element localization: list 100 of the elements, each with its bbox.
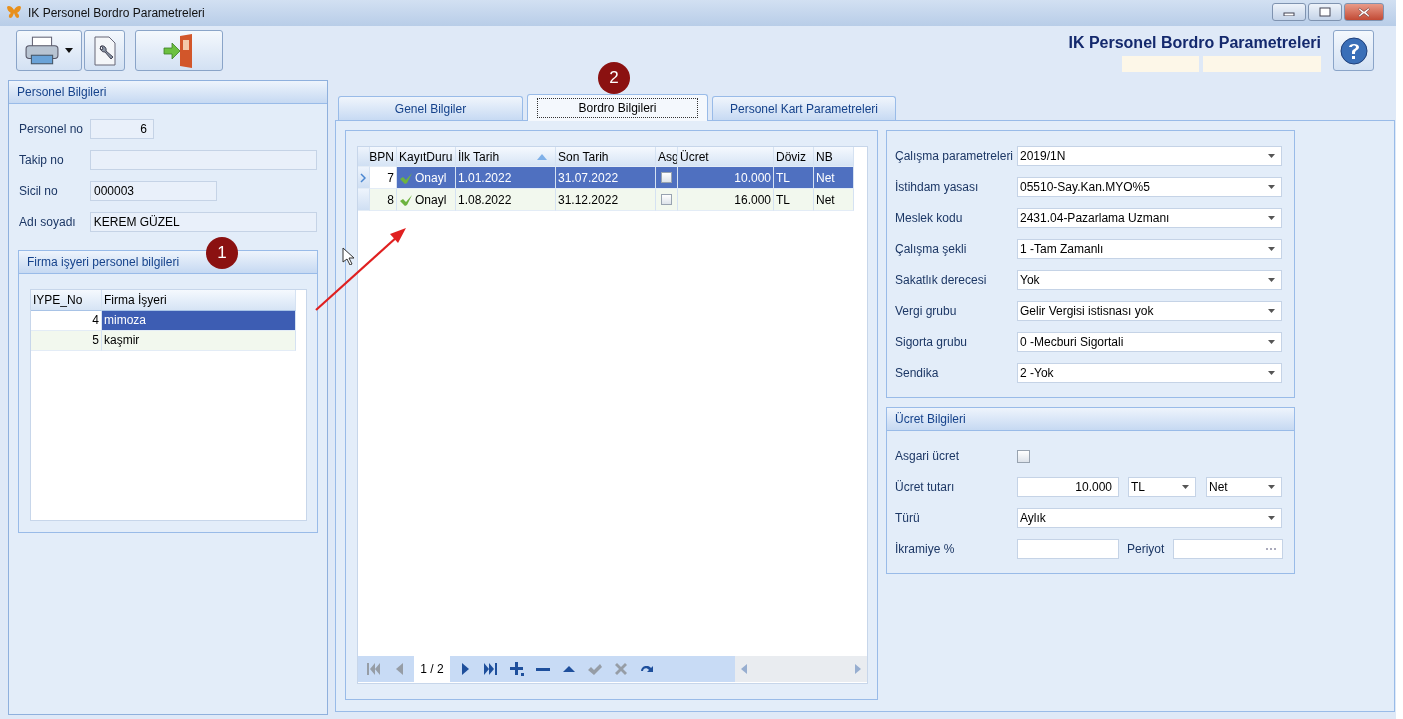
curved-arrow-icon (641, 666, 653, 672)
dropdown[interactable]: 0 -Mecburi Sigortali (1017, 332, 1282, 352)
field-label: Personel no (19, 122, 85, 136)
field-label: Sigorta grubu (895, 335, 969, 349)
table-cell: 16.000 (678, 189, 774, 211)
checkbox[interactable] (1017, 449, 1030, 463)
dropdown[interactable]: 1 -Tam Zamanlı (1017, 239, 1282, 259)
dropdown[interactable]: TL (1128, 477, 1196, 497)
table-cell: TL (774, 167, 814, 189)
minimize-button[interactable] (1272, 3, 1306, 21)
input-field[interactable]: 000003 (90, 181, 217, 201)
dropdown[interactable]: 2431.04-Pazarlama Uzmanı (1017, 208, 1282, 228)
input-field[interactable] (89, 150, 317, 170)
table-cell: 8 (370, 189, 397, 211)
caret-icon (65, 48, 73, 53)
field-label: Adı soyadı (19, 215, 77, 229)
mouse-cursor-icon (342, 247, 354, 265)
close-button[interactable] (1344, 3, 1384, 21)
tab[interactable]: Bordro Bilgileri (527, 94, 708, 121)
next-icon (461, 663, 469, 675)
table-cell: 1.01.2022 (456, 167, 556, 189)
table-cell: Net (814, 167, 854, 189)
dropdown[interactable]: 2019/1N (1017, 146, 1282, 166)
minus-icon (536, 667, 550, 671)
dropdown-arrow-icon (1268, 154, 1275, 158)
dropdown-arrow-icon (1268, 340, 1275, 344)
table-cell: 5 (31, 331, 102, 351)
field-label: Sicil no (19, 184, 59, 198)
column-header[interactable]: KayıtDuru (397, 147, 456, 167)
dropdown-arrow-icon (1268, 185, 1275, 189)
table-cell: kaşmir (102, 331, 296, 351)
field-label: Meslek kodu (895, 211, 964, 225)
dropdown[interactable]: 2 -Yok (1017, 363, 1282, 383)
horizontal-scrollbar[interactable] (735, 656, 867, 682)
field-label: Sakatlık derecesi (895, 273, 988, 287)
dropdown[interactable]: 05510-Say.Kan.MYO%5 (1017, 177, 1282, 197)
field-label: İkramiye % (895, 542, 956, 556)
table-cell-text: Onayl (415, 191, 447, 209)
tab[interactable]: Personel Kart Parametreleri (712, 96, 896, 120)
dropdown[interactable]: Net (1206, 477, 1282, 497)
table-row[interactable]: 4 mimoza (31, 311, 296, 331)
column-header[interactable]: Son Tarih (556, 147, 656, 167)
column-header[interactable]: Ücret (678, 147, 774, 167)
tools-button[interactable] (84, 30, 125, 71)
form-title: IK Personel Bordro Parametreleri (1068, 34, 1321, 52)
checkbox[interactable] (661, 194, 672, 205)
column-header[interactable]: Döviz (774, 147, 814, 167)
page-indicator: 1 / 2 (414, 656, 450, 682)
table-row[interactable]: 8 Onayl 1.08.2022 31.12.2022 16.000 TL Net (358, 189, 867, 211)
table-cell: 10.000 (678, 167, 774, 189)
input-field[interactable] (1017, 539, 1119, 559)
field-label: Sendika (895, 366, 940, 380)
dropdown-arrow-icon (1268, 247, 1275, 251)
previous-icon (395, 663, 403, 675)
table-cell: Net (814, 189, 854, 211)
print-button[interactable] (16, 30, 82, 71)
column-header[interactable]: Firma İşyeri (102, 290, 296, 311)
table-cell: 31.07.2022 (556, 167, 656, 189)
table-cell: 1.08.2022 (456, 189, 556, 211)
dropdown[interactable]: Yok (1017, 270, 1282, 290)
field-label: Takip no (19, 153, 65, 167)
table-row[interactable]: 7 Onayl 1.01.2022 31.07.2022 10.000 TL Net (358, 167, 867, 189)
dropdown-arrow-icon (1268, 278, 1275, 282)
document-wrench-icon (92, 35, 117, 66)
table-cell: TL (774, 189, 814, 211)
plus-icon (510, 662, 524, 676)
column-header[interactable]: İlk Tarih (456, 147, 556, 167)
table-row[interactable]: 5 kaşmir (31, 331, 296, 351)
maximize-icon (1319, 7, 1331, 17)
dropdown-arrow-icon (1268, 309, 1275, 313)
column-header[interactable]: NB (814, 147, 854, 167)
scroll-left-icon[interactable] (741, 664, 748, 674)
input-field[interactable]: 6 (90, 119, 154, 139)
maximize-button[interactable] (1308, 3, 1342, 21)
picker-field[interactable] (1173, 539, 1283, 559)
row-indicator-header (358, 147, 370, 167)
table-cell: 4 (31, 311, 102, 331)
exit-button[interactable] (135, 30, 223, 71)
butterfly-icon (6, 5, 22, 21)
up-triangle-icon (563, 666, 575, 672)
checkmark-icon (588, 663, 602, 675)
table-cell: mimoza (102, 311, 296, 331)
scroll-right-icon[interactable] (855, 664, 861, 674)
table-cell: 31.12.2022 (556, 189, 656, 211)
dropdown[interactable]: Gelir Vergisi istisnası yok (1017, 301, 1282, 321)
column-header[interactable]: IYPE_No (31, 290, 102, 311)
input-field[interactable]: KEREM GÜZEL (89, 212, 317, 232)
dropdown-arrow-icon (1268, 216, 1275, 220)
amount-field[interactable]: 10.000 (1017, 477, 1119, 497)
row-pointer-icon (360, 172, 366, 183)
column-header[interactable]: BPN (370, 147, 397, 167)
window-title: IK Personel Bordro Parametreleri (28, 6, 205, 20)
dropdown[interactable]: Aylık (1017, 508, 1282, 528)
help-button[interactable] (1333, 30, 1374, 71)
skip-last-icon (484, 663, 498, 675)
field-label: Periyot (1127, 542, 1166, 556)
checkbox[interactable] (661, 172, 672, 183)
tab[interactable]: Genel Bilgiler (338, 96, 523, 120)
field-label: Ücret tutarı (895, 480, 956, 494)
panel-header: Personel Bilgileri (9, 81, 327, 104)
